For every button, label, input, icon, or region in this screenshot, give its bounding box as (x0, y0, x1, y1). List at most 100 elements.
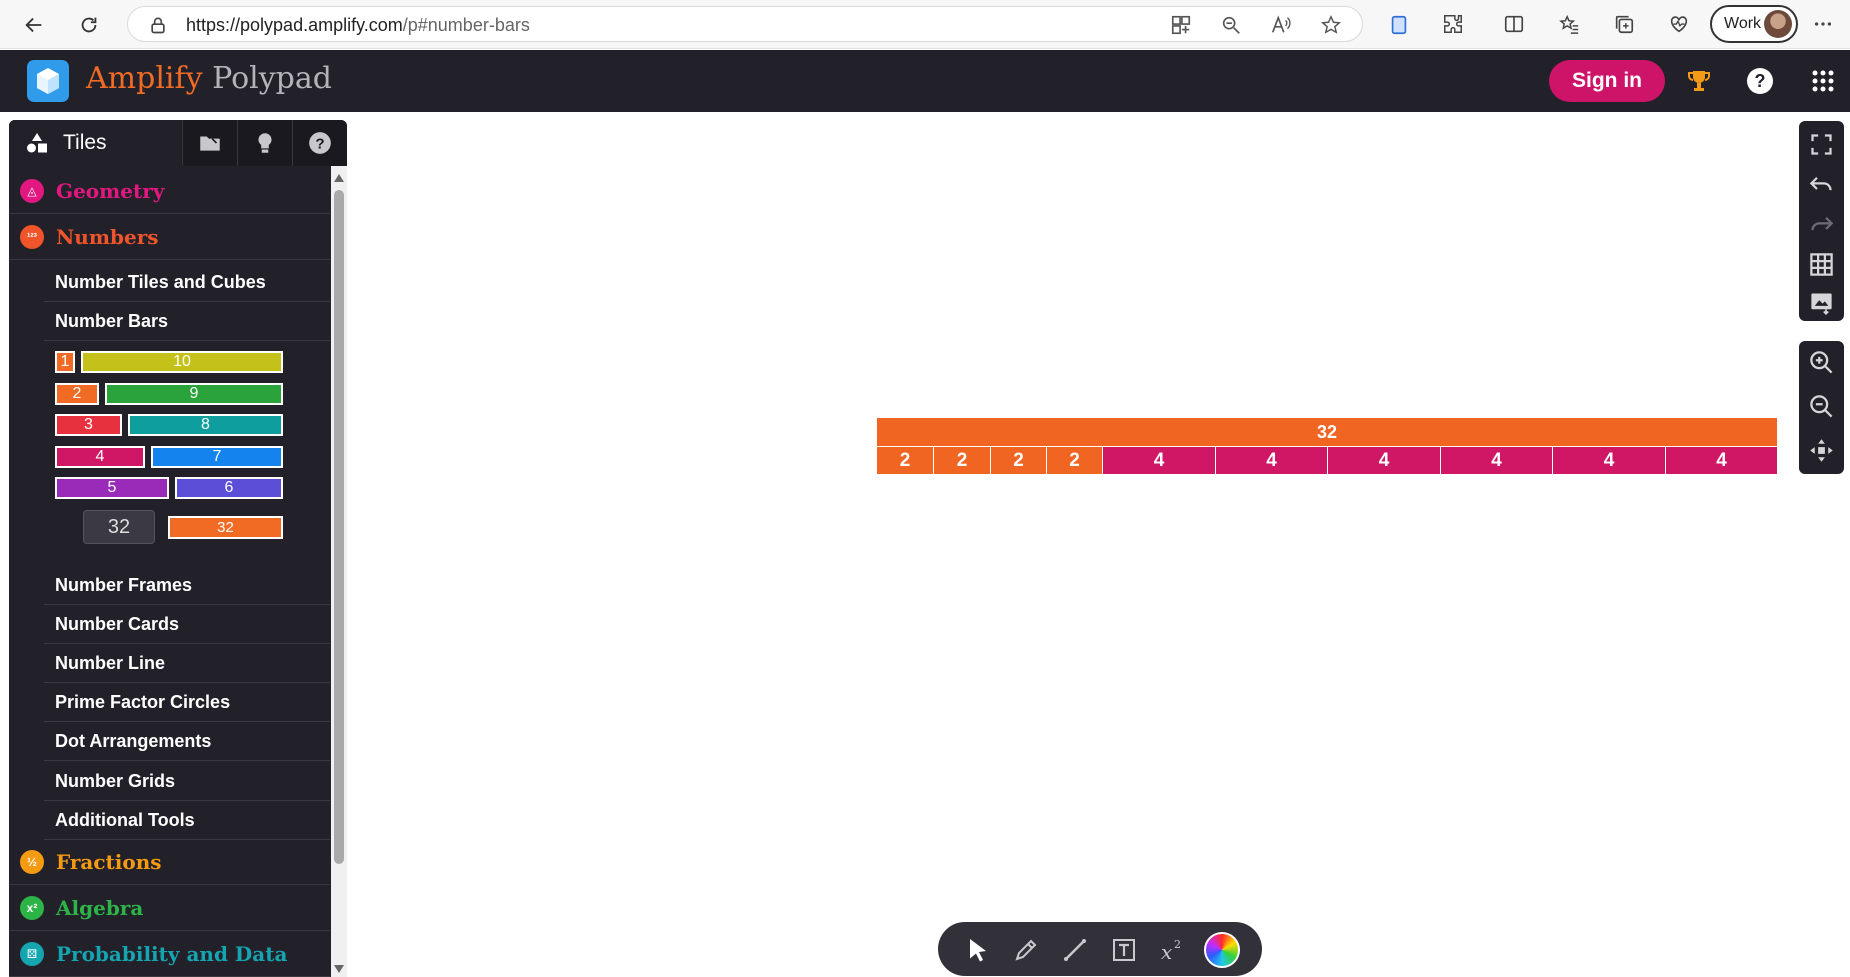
number-bar-segment[interactable]: 4 (1327, 447, 1440, 474)
polypad-logo-icon[interactable] (27, 60, 69, 102)
sidebar-item-prime-factor-circles[interactable]: Prime Factor Circles (44, 683, 330, 722)
palette-bar-5[interactable]: 5 (55, 477, 169, 499)
number-bar-32[interactable]: 32 (877, 418, 1777, 446)
number-bar-segment[interactable]: 2 (1046, 447, 1102, 474)
performance-icon[interactable] (1668, 13, 1690, 35)
number-bar-segment[interactable]: 4 (1665, 447, 1777, 474)
drawing-toolbar: x2 (938, 922, 1262, 976)
palette-bar-4[interactable]: 4 (55, 446, 145, 468)
category-label: Algebra (56, 896, 144, 920)
geometry-icon: ◬ (20, 179, 44, 203)
category-algebra[interactable]: x² Algebra (9, 886, 330, 931)
tab-ideas[interactable] (237, 120, 291, 166)
grid-icon[interactable] (1808, 251, 1835, 278)
trophy-icon[interactable] (1684, 66, 1714, 96)
url-host: https://polypad.amplify.com (186, 15, 403, 35)
sidebar-scrollbar[interactable] (331, 166, 347, 977)
palette-bar-1[interactable]: 1 (55, 351, 75, 373)
category-label: Fractions (56, 850, 162, 874)
pen-icon[interactable] (1011, 935, 1041, 965)
tab-saved[interactable] (182, 120, 236, 166)
read-aloud-icon[interactable] (1270, 14, 1292, 36)
shapes-icon (27, 133, 47, 153)
category-numbers[interactable]: ¹²³ Numbers (9, 215, 330, 260)
equation-icon[interactable]: x2 (1158, 935, 1188, 965)
line-icon[interactable] (1060, 935, 1090, 965)
number-bar-segment[interactable]: 4 (1102, 447, 1215, 474)
app-available-icon[interactable] (1170, 14, 1192, 36)
sidebar: Tiles ? ◬ Geometry ¹²³ Numbers Number Ti… (9, 120, 347, 977)
scroll-down-icon[interactable] (334, 965, 344, 973)
sidebar-item-number-frames[interactable]: Number Frames (44, 566, 330, 605)
sidebar-item-number-grids[interactable]: Number Grids (44, 762, 330, 801)
category-label: Geometry (56, 179, 165, 203)
palette-bar-7[interactable]: 7 (151, 446, 283, 468)
palette-bar-3[interactable]: 3 (55, 414, 122, 436)
select-icon[interactable] (962, 935, 992, 965)
palette-bar-custom[interactable]: 32 (168, 516, 283, 539)
brand-primary: Amplify (86, 61, 203, 96)
zoom-icon[interactable] (1220, 14, 1242, 36)
sidebar-item-label: Number Cards (55, 613, 180, 634)
zoom-out-icon[interactable] (1808, 393, 1835, 420)
number-bar-segment[interactable]: 4 (1552, 447, 1665, 474)
numbers-icon: ¹²³ (20, 225, 44, 249)
scroll-up-icon[interactable] (334, 174, 344, 182)
number-bar-segment[interactable]: 2 (877, 447, 933, 474)
palette-bar-10[interactable]: 10 (81, 351, 283, 373)
sidebar-item-dot-arrangements[interactable]: Dot Arrangements (44, 722, 330, 761)
split-screen-icon[interactable] (1503, 13, 1525, 35)
category-fractions[interactable]: ½ Fractions (9, 840, 330, 885)
document-icon[interactable] (1388, 13, 1410, 37)
number-bar-segment[interactable]: 4 (1440, 447, 1552, 474)
sidebar-item-number-bars[interactable]: Number Bars (44, 302, 330, 341)
apps-grid-icon[interactable] (1808, 66, 1838, 96)
tab-tiles-label: Tiles (63, 131, 107, 154)
zoom-in-icon[interactable] (1808, 349, 1835, 376)
brand-name[interactable]: Amplify Polypad (86, 61, 332, 96)
palette-bar-9[interactable]: 9 (105, 383, 283, 405)
palette-bar-2[interactable]: 2 (55, 383, 99, 405)
number-bar-segment[interactable]: 4 (1215, 447, 1327, 474)
scrollbar-thumb[interactable] (334, 190, 344, 864)
help-icon[interactable]: ? (1745, 66, 1775, 96)
palette-bar-6[interactable]: 6 (175, 477, 283, 499)
sidebar-item-additional-tools[interactable]: Additional Tools (44, 801, 330, 840)
number-bar-segment[interactable]: 2 (990, 447, 1046, 474)
number-bar-segment[interactable]: 2 (933, 447, 990, 474)
reload-button[interactable] (70, 6, 108, 44)
svg-text:?: ? (315, 135, 324, 152)
undo-icon[interactable] (1808, 171, 1835, 198)
app-header: Amplify Polypad Sign in ? (0, 50, 1850, 112)
palette-bar-8[interactable]: 8 (128, 414, 283, 436)
sidebar-item-label: Number Tiles and Cubes (55, 271, 266, 292)
extensions-icon[interactable] (1442, 13, 1464, 35)
fullscreen-icon[interactable] (1808, 131, 1835, 158)
profile-button[interactable]: Work (1710, 5, 1798, 43)
brand-secondary: Polypad (212, 61, 332, 96)
export-image-icon[interactable] (1808, 289, 1835, 316)
category-geometry[interactable]: ◬ Geometry (9, 169, 330, 214)
svg-text:2: 2 (1174, 938, 1181, 951)
sidebar-item-number-line[interactable]: Number Line (44, 644, 330, 683)
custom-number-input[interactable]: 32 (83, 510, 155, 544)
back-button[interactable] (15, 6, 53, 44)
tab-help[interactable]: ? (292, 120, 346, 166)
fractions-icon: ½ (20, 850, 44, 874)
color-wheel-icon[interactable] (1204, 932, 1240, 968)
collections-icon[interactable] (1613, 13, 1635, 35)
text-icon[interactable] (1109, 935, 1139, 965)
sidebar-item-number-tiles[interactable]: Number Tiles and Cubes (44, 263, 330, 302)
more-options-icon[interactable] (1812, 13, 1834, 35)
canvas[interactable]: 32 2222444444 (347, 112, 1792, 977)
tab-tiles[interactable]: Tiles (9, 120, 181, 166)
pan-icon[interactable] (1808, 437, 1835, 464)
sign-in-button[interactable]: Sign in (1549, 60, 1665, 102)
address-bar[interactable]: https://polypad.amplify.com/p#number-bar… (127, 6, 1363, 42)
favorites-icon[interactable] (1558, 13, 1580, 35)
redo-icon[interactable] (1808, 211, 1835, 238)
url-path: /p#number-bars (402, 15, 530, 35)
favorite-star-icon[interactable] (1320, 14, 1342, 36)
sidebar-item-number-cards[interactable]: Number Cards (44, 605, 330, 644)
category-probability[interactable]: ⚄ Probability and Data (9, 932, 330, 977)
